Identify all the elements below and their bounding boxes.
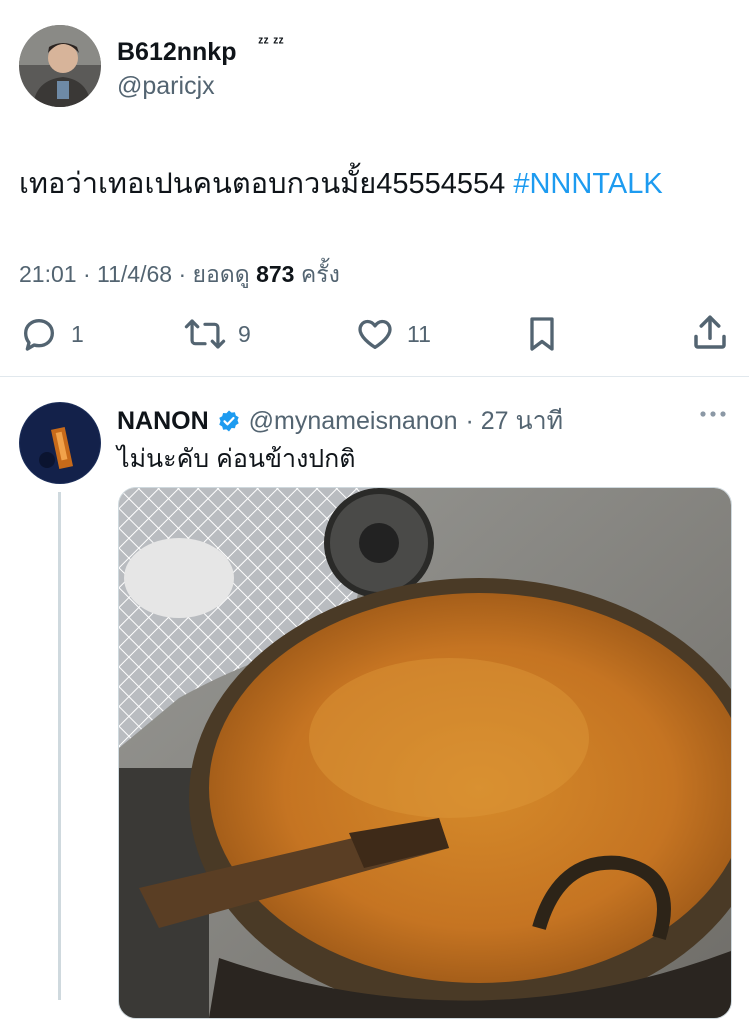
reply-author-handle[interactable]: @mynameisnanon (249, 407, 458, 436)
meta-separator: · (82, 261, 91, 287)
heart-icon (358, 319, 392, 349)
tweet-meta: 21:01 · 11/4/68 · ยอดดู 873 ครั้ง (19, 257, 340, 293)
like-button[interactable]: 11 (355, 314, 431, 354)
reply-icon (24, 319, 54, 351)
tweet-text: เทอว่าเทอเปนคนตอบกวนมั้ย45554554 #NNNTAL… (19, 160, 663, 206)
share-button[interactable] (689, 312, 731, 359)
retweet-button[interactable]: 9 (184, 314, 251, 354)
views-unit: ครั้ง (300, 261, 340, 287)
meta-separator-2: · (178, 261, 187, 287)
retweet-count: 9 (238, 320, 251, 347)
author-name[interactable]: B612nnkp (117, 38, 236, 67)
bookmark-icon (530, 317, 554, 351)
reply-text: ไม่นะคับ ค่อนข้างปกติ (117, 445, 356, 473)
divider (0, 376, 749, 377)
tweet-date[interactable]: 11/4/68 (97, 261, 172, 287)
reply-media-image[interactable] (118, 487, 732, 1019)
reply-count: 1 (71, 320, 84, 347)
share-icon (694, 315, 726, 349)
tweet-time[interactable]: 21:01 (19, 261, 77, 287)
thread-line (58, 492, 61, 1000)
like-count: 11 (407, 320, 431, 347)
views-count[interactable]: 873 (256, 261, 294, 287)
reply-author-name[interactable]: NANON (117, 407, 209, 436)
tweet-text-body: เทอว่าเทอเปนคนตอบกวนมั้ย45554554 (19, 168, 506, 200)
retweet-icon (184, 319, 226, 349)
reply-author-avatar[interactable] (19, 402, 101, 484)
more-options-button[interactable] (697, 402, 729, 431)
more-icon (700, 411, 726, 417)
author-badge: ᶻᶻ ᶻᶻ (258, 34, 284, 51)
reply-time[interactable]: · 27 นาที (466, 401, 564, 441)
bookmark-button[interactable] (522, 314, 562, 359)
verified-badge-icon (218, 410, 239, 432)
reply-header: NANON @mynameisnanon · 27 นาที (117, 401, 563, 441)
hashtag-link[interactable]: #NNNTALK (513, 168, 662, 200)
author-handle[interactable]: @paricjx (117, 72, 215, 101)
reply-button[interactable]: 1 (19, 314, 84, 354)
views-label: ยอดดู (192, 261, 250, 287)
author-avatar[interactable] (19, 25, 101, 107)
